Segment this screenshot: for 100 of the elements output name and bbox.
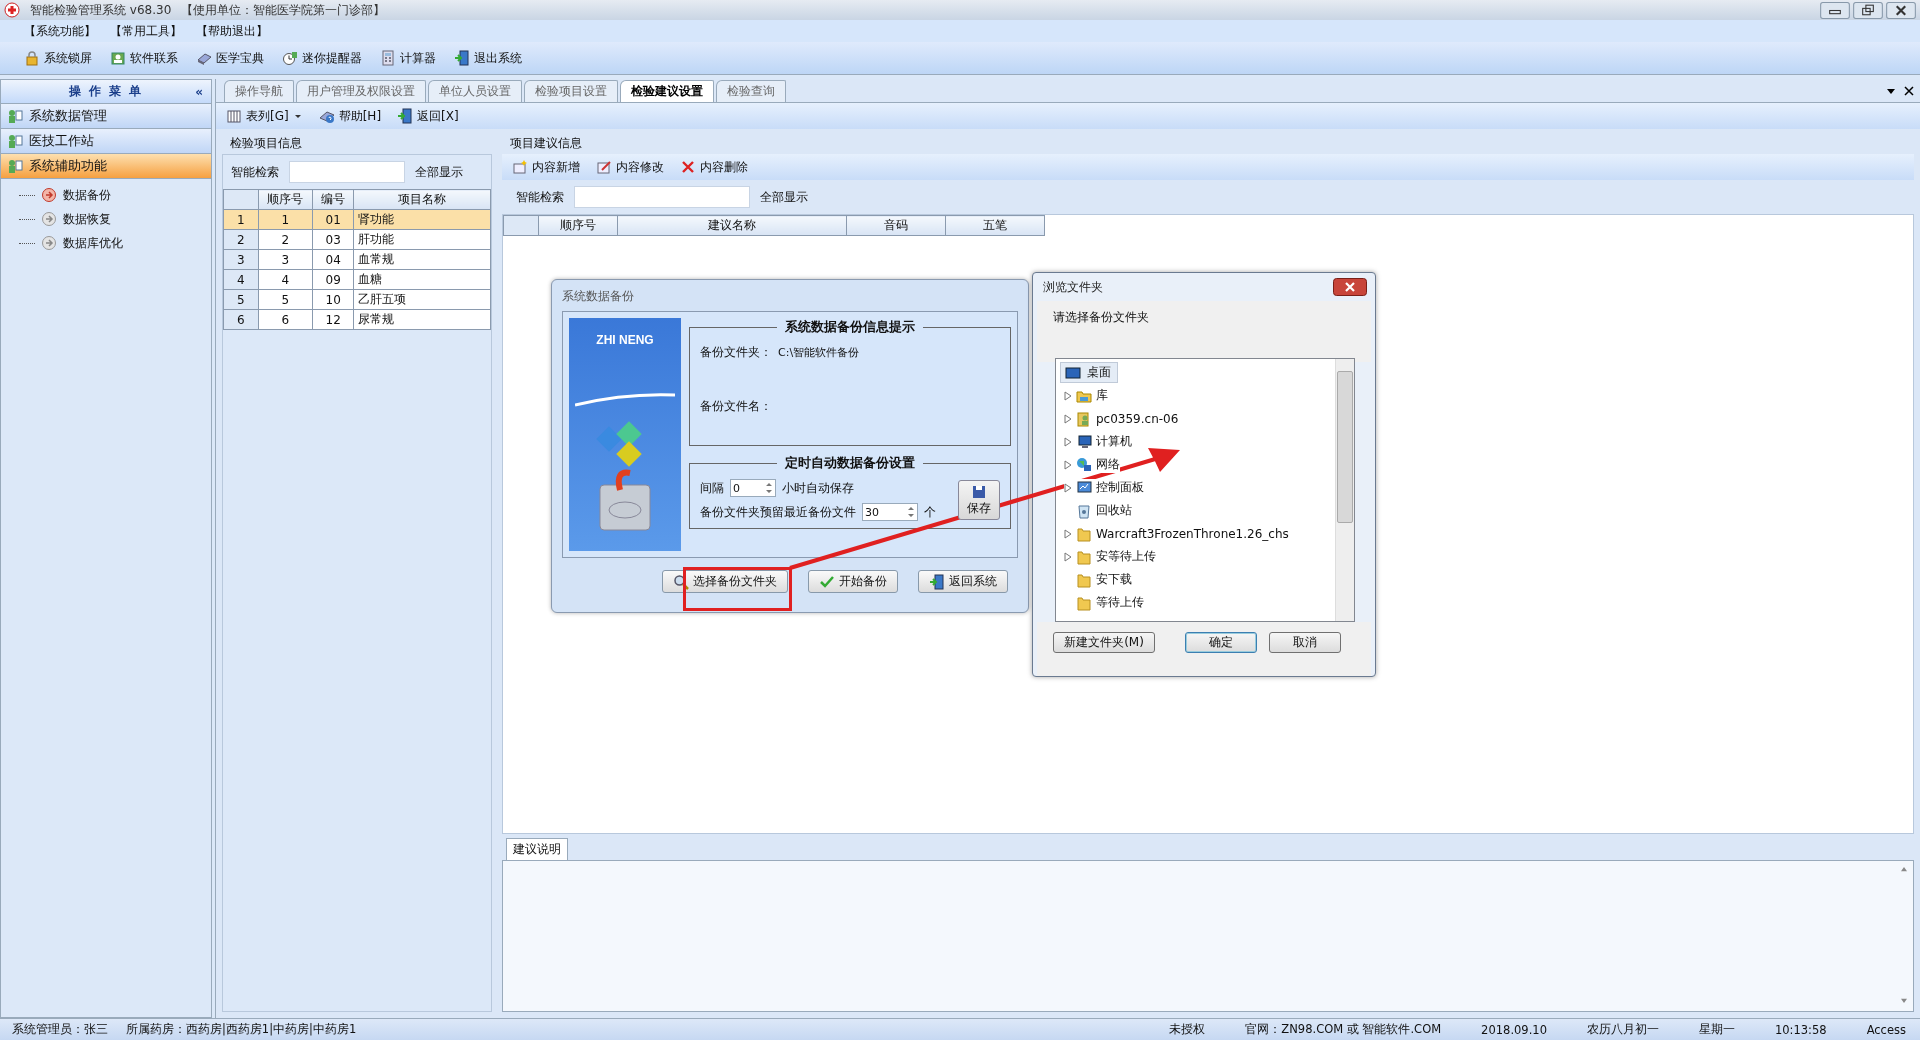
tab[interactable]: 检验项目设置 (524, 80, 618, 102)
expand-triangle-icon[interactable] (1064, 459, 1072, 470)
row-number-cell: 3 (223, 249, 259, 270)
status-text: 未授权 (1169, 1022, 1206, 1037)
table-header-cell[interactable]: 五笔 (945, 215, 1045, 236)
expand-triangle-icon[interactable] (1064, 390, 1072, 401)
table-row[interactable]: 2 2 03 肝功能 (223, 229, 491, 250)
toolbar-button[interactable]: 退出系统 (448, 47, 528, 69)
tab[interactable]: 检验建议设置 (620, 80, 714, 102)
keep-count-spinbox[interactable]: 30 (862, 503, 918, 521)
sidebar-item[interactable]: 系统辅助功能 (1, 154, 211, 179)
expand-triangle-icon[interactable] (1064, 551, 1072, 562)
toolbar-button[interactable]: 迷你提醒器 (276, 47, 368, 69)
close-icon[interactable] (1886, 1, 1916, 19)
folder-icon (1076, 548, 1092, 565)
table-header-cell[interactable]: 顺序号 (258, 189, 313, 210)
sidebar-item[interactable]: 系统数据管理 (1, 104, 211, 129)
panel-title: 检验项目信息 (229, 135, 303, 152)
spin-arrows-icon[interactable] (765, 481, 773, 495)
field-label: 备份文件名： (700, 397, 772, 415)
field-label: 间隔 (700, 479, 724, 497)
tree-item[interactable]: pc0359.cn-06 (1064, 410, 1179, 427)
table-header-cell[interactable]: 建议名称 (617, 215, 847, 236)
save-button[interactable]: 保存 (958, 480, 1000, 520)
spin-arrows-icon[interactable] (907, 505, 915, 519)
tree-item[interactable]: Warcraft3FrozenThrone1.26_chs (1064, 525, 1289, 542)
table-row[interactable]: 6 6 12 尿常规 (223, 309, 491, 330)
expand-triangle-icon[interactable] (1064, 436, 1072, 447)
tree-item[interactable]: 安等待上传 (1064, 548, 1156, 565)
table-header-cell[interactable]: 编号 (312, 189, 354, 210)
expand-triangle-icon[interactable] (1064, 482, 1072, 493)
table-cell: 6 (258, 309, 313, 330)
dialog-button[interactable]: 确定 (1185, 632, 1257, 653)
restore-icon[interactable] (1853, 1, 1883, 19)
tab[interactable]: 单位人员设置 (428, 80, 522, 102)
dialog-button[interactable]: 新建文件夹(M) (1053, 632, 1155, 653)
show-all-link[interactable]: 全部显示 (760, 188, 808, 206)
action-button[interactable]: 内容修改 (590, 156, 670, 178)
tab[interactable]: 建议说明 (506, 838, 568, 860)
show-all-link[interactable]: 全部显示 (415, 163, 463, 181)
close-icon[interactable] (1333, 278, 1367, 296)
tree-item[interactable]: 数据恢复 (19, 207, 211, 231)
toolbar-button[interactable]: 计算器 (374, 47, 442, 69)
tree-item[interactable]: 数据库优化 (19, 231, 211, 255)
clock-icon (282, 50, 298, 66)
expand-triangle-icon[interactable] (1064, 528, 1072, 539)
table-header-cell[interactable]: 项目名称 (353, 189, 491, 210)
toolbar-button[interactable]: 系统锁屏 (18, 47, 98, 69)
table-cell: 12 (312, 309, 354, 330)
collapse-button[interactable]: « (195, 84, 203, 99)
interval-spinbox[interactable]: 0 (730, 479, 776, 497)
table-row[interactable]: 1 1 01 肾功能 (223, 209, 491, 230)
close-icon[interactable] (1904, 85, 1914, 96)
table-header-cell[interactable]: 音码 (846, 215, 946, 236)
table-row[interactable]: 5 5 10 乙肝五项 (223, 289, 491, 310)
table-cell: 血糖 (353, 269, 491, 290)
dialog-button[interactable]: 选择备份文件夹 (662, 570, 788, 593)
tree-item[interactable]: 库 (1064, 387, 1108, 404)
search-field[interactable] (574, 186, 750, 208)
toolbar-button[interactable]: 表列[G] (220, 105, 309, 127)
dialog-button[interactable]: 返回系统 (918, 570, 1008, 593)
toolbar-button[interactable]: 软件联系 (104, 47, 184, 69)
tree-item[interactable]: 桌面 (1060, 362, 1118, 383)
menu-item[interactable]: 【帮助退出】 (196, 22, 268, 40)
table-row[interactable]: 3 3 04 血常规 (223, 249, 491, 270)
action-button[interactable]: 内容删除 (674, 156, 754, 178)
folder-icon (1076, 571, 1092, 588)
toolbar-button[interactable]: 医学宝典 (190, 47, 270, 69)
tab[interactable]: 操作导航 (224, 80, 294, 102)
exit-door-icon (454, 50, 470, 66)
status-text: 农历八月初一 (1586, 1022, 1659, 1037)
tree-item[interactable]: 网络 (1064, 456, 1120, 473)
dialog-button[interactable]: 取消 (1269, 632, 1341, 653)
tree-item[interactable]: 计算机 (1064, 433, 1132, 450)
minimize-icon[interactable] (1820, 1, 1850, 19)
tree-item[interactable]: 控制面板 (1064, 479, 1144, 496)
table-row[interactable]: 4 4 09 血糖 (223, 269, 491, 290)
dialog-button[interactable]: 开始备份 (808, 570, 898, 593)
menu-item[interactable]: 【系统功能】 (24, 22, 96, 40)
action-button[interactable]: 内容新增 (506, 156, 586, 178)
app-logo-icon (4, 2, 20, 18)
toolbar-button[interactable]: 帮助[H] (312, 105, 388, 127)
tab[interactable]: 检验查询 (716, 80, 786, 102)
table-cell: 血常规 (353, 249, 491, 270)
tree-item[interactable]: 数据备份 (19, 183, 211, 207)
field-label: 小时自动保存 (782, 479, 854, 497)
table-header-cell[interactable]: 顺序号 (538, 215, 618, 236)
table-cell: 09 (312, 269, 354, 290)
status-text: 系统管理员：张三 (12, 1022, 108, 1037)
table-cell: 10 (312, 289, 354, 310)
toolbar-button[interactable]: 返回[X] (391, 105, 465, 127)
menu-item[interactable]: 【常用工具】 (110, 22, 182, 40)
search-field[interactable] (289, 161, 405, 183)
table-header-cell (503, 215, 539, 236)
sidebar-item[interactable]: 医技工作站 (1, 129, 211, 154)
table-cell: 尿常规 (353, 309, 491, 330)
tab[interactable]: 用户管理及权限设置 (296, 80, 426, 102)
add-note-icon (512, 159, 528, 175)
expand-triangle-icon[interactable] (1064, 413, 1072, 424)
scrollbar[interactable] (1335, 359, 1354, 621)
